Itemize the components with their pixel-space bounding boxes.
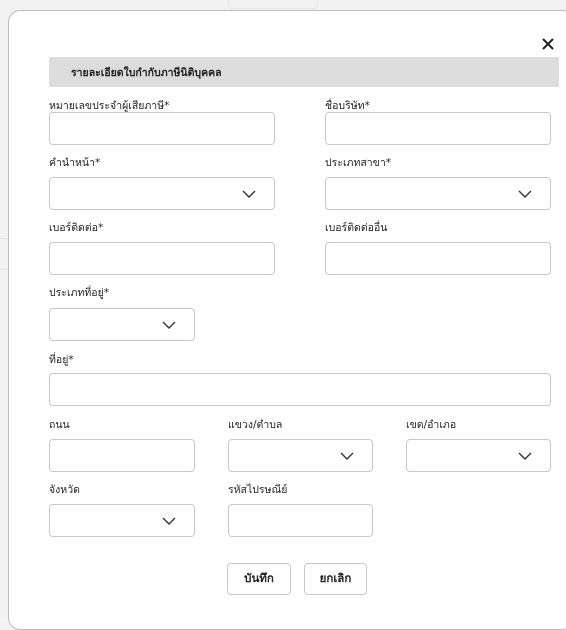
chevron-down-icon: [340, 452, 354, 460]
close-button[interactable]: [537, 33, 559, 55]
prefix-select[interactable]: [49, 177, 275, 210]
chevron-down-icon: [518, 452, 532, 460]
district-label: เขต/อำเภอ: [406, 419, 457, 431]
chevron-down-icon: [242, 190, 256, 198]
branch-type-select[interactable]: [325, 177, 551, 210]
road-field[interactable]: [49, 439, 195, 472]
address-type-select[interactable]: [49, 308, 195, 341]
cancel-button[interactable]: ยกเลิก: [304, 563, 367, 595]
district-select[interactable]: [406, 439, 551, 472]
address-type-label: ประเภทที่อยู่*: [49, 287, 110, 299]
save-button[interactable]: บันทึก: [227, 563, 291, 595]
tax-invoice-modal: รายละเอียดใบกำกับภาษีนิติบุคคล หมายเลขปร…: [8, 10, 566, 630]
subdistrict-label: แขวง/ตำบล: [228, 419, 283, 431]
chevron-down-icon: [518, 190, 532, 198]
chevron-down-icon: [162, 321, 176, 329]
road-label: ถนน: [49, 419, 70, 431]
tax-id-field[interactable]: [49, 112, 275, 145]
address-label: ที่อยู่*: [49, 354, 74, 366]
section-title: รายละเอียดใบกำกับภาษีนิติบุคคล: [71, 66, 222, 79]
section-header: รายละเอียดใบกำกับภาษีนิติบุคคล: [49, 57, 559, 87]
postal-code-label: รหัสไปรษณีย์: [228, 484, 288, 496]
other-phone-label: เบอร์ติดต่ออื่น: [325, 222, 388, 234]
phone-label: เบอร์ติดต่อ*: [49, 222, 104, 234]
close-icon: [542, 38, 554, 50]
address-field[interactable]: [49, 373, 551, 406]
backdrop-shape: [228, 0, 318, 9]
province-label: จังหวัด: [49, 484, 80, 496]
postal-code-field[interactable]: [228, 504, 373, 537]
chevron-down-icon: [162, 517, 176, 525]
province-select[interactable]: [49, 504, 195, 537]
branch-type-label: ประเภทสาขา*: [325, 157, 392, 169]
phone-field[interactable]: [49, 242, 275, 275]
prefix-label: คำนำหน้า*: [49, 157, 101, 169]
subdistrict-select[interactable]: [228, 439, 373, 472]
other-phone-field[interactable]: [325, 242, 551, 275]
company-name-field[interactable]: [325, 112, 551, 145]
